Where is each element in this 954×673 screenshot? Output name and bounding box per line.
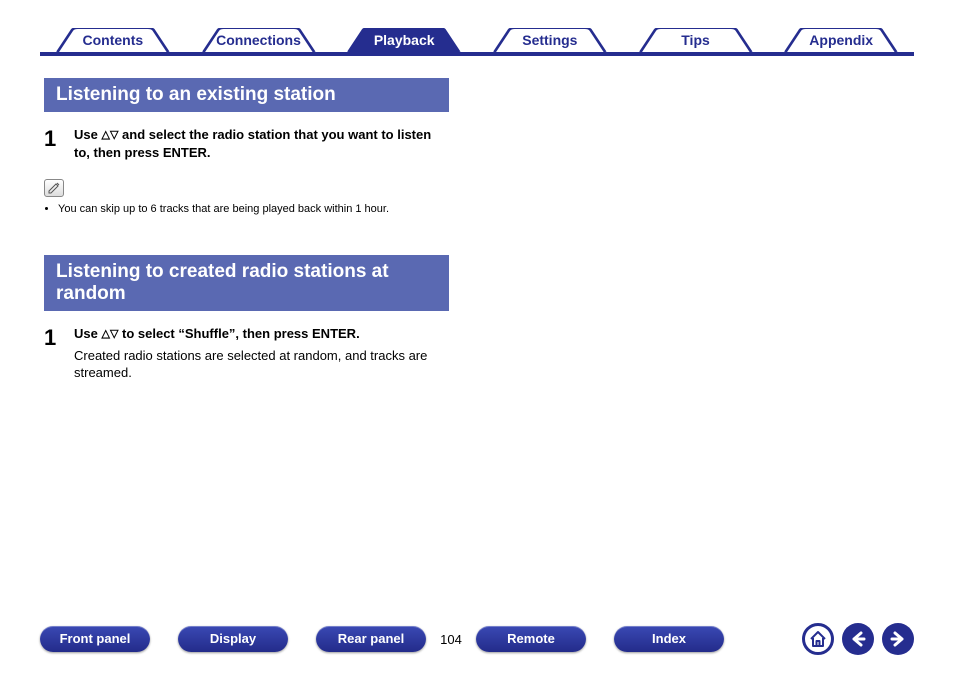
display-button[interactable]: Display [178,626,288,652]
step-text-post: and select the radio station that you wa… [74,127,431,160]
tab-settings[interactable]: Settings [477,28,623,52]
step-subtext: Created radio stations are selected at r… [74,347,449,382]
step-body: Use △▽ to select “Shuffle”, then press E… [74,325,449,382]
step-body: Use △▽ and select the radio station that… [74,126,449,161]
tab-appendix[interactable]: Appendix [768,28,914,52]
tab-label: Playback [374,32,435,48]
step-text-pre: Use [74,326,101,341]
tab-tips[interactable]: Tips [623,28,769,52]
main-content: Listening to an existing station 1 Use △… [44,78,464,382]
arrow-right-icon [889,630,907,648]
prev-page-button[interactable] [842,623,874,655]
rear-panel-button[interactable]: Rear panel [316,626,426,652]
tab-playback[interactable]: Playback [331,28,477,52]
index-button[interactable]: Index [614,626,724,652]
section2-heading: Listening to created radio stations at r… [44,255,449,311]
arrow-left-icon [849,630,867,648]
triangle-up-icon: △ [101,328,109,340]
page-number: 104 [426,632,476,647]
section1-step: 1 Use △▽ and select the radio station th… [44,126,449,161]
section1-heading: Listening to an existing station [44,78,449,112]
pencil-note-icon [44,179,64,197]
step-number: 1 [44,126,74,161]
remote-button[interactable]: Remote [476,626,586,652]
bottom-bar: Front panel Display Rear panel 104 Remot… [40,623,914,655]
note-bullet: You can skip up to 6 tracks that are bei… [58,203,449,215]
home-button[interactable] [802,623,834,655]
tab-label: Settings [522,32,577,48]
home-icon [808,629,828,649]
step-number: 1 [44,325,74,382]
top-tab-bar: Contents Connections Playback Settings T… [40,28,914,56]
step-text-post: to select “Shuffle”, then press ENTER. [118,326,359,341]
tab-contents[interactable]: Contents [40,28,186,52]
note-list: You can skip up to 6 tracks that are bei… [44,203,449,215]
section2-step: 1 Use △▽ to select “Shuffle”, then press… [44,325,449,382]
tab-label: Appendix [809,32,873,48]
step-text-pre: Use [74,127,101,142]
tab-label: Connections [216,32,301,48]
next-page-button[interactable] [882,623,914,655]
triangle-up-icon: △ [101,129,109,141]
tab-label: Tips [681,32,710,48]
front-panel-button[interactable]: Front panel [40,626,150,652]
tab-label: Contents [83,32,144,48]
tab-connections[interactable]: Connections [186,28,332,52]
